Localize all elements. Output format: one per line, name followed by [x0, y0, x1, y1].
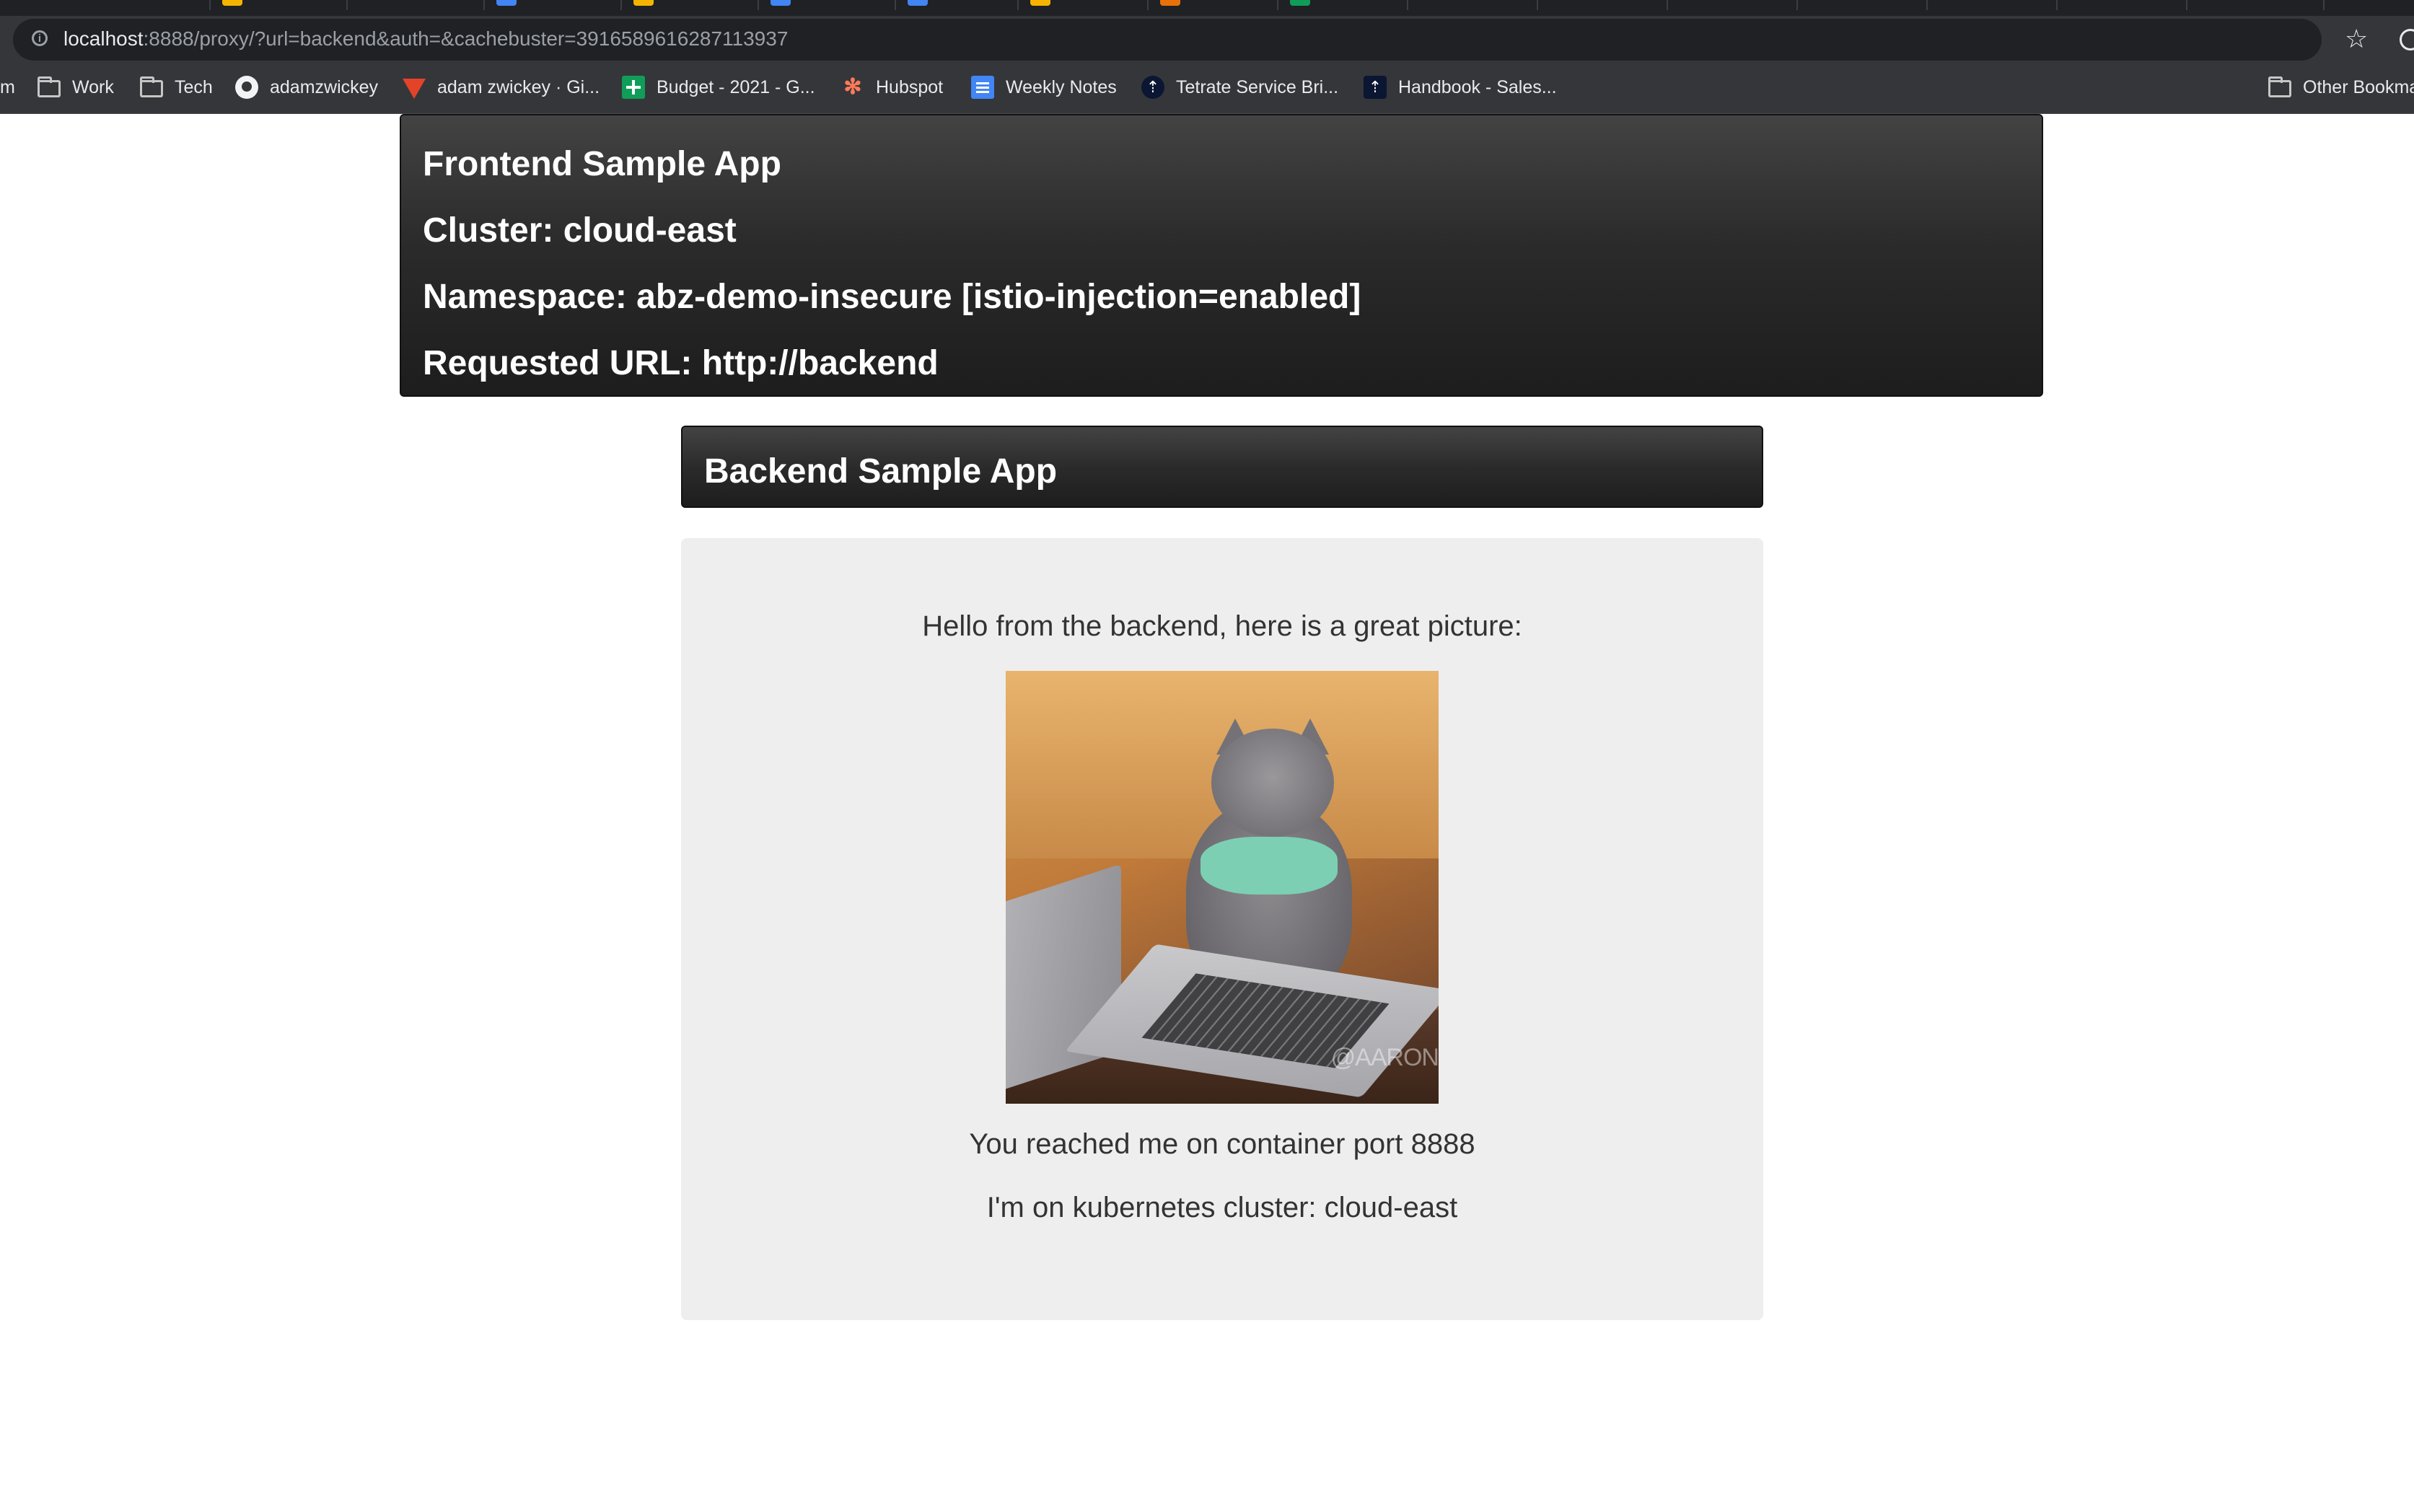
browser-tab[interactable]	[620, 0, 759, 10]
tab-favicon-icon	[1160, 0, 1180, 6]
bookmark-other-folder[interactable]: Other Bookma	[2268, 63, 2414, 111]
url-host: localhost	[63, 27, 144, 50]
handbook-icon: ⇡	[1364, 76, 1387, 99]
frontend-requested-url: Requested URL: http://backend	[423, 344, 939, 382]
browser-tab[interactable]	[1667, 0, 1798, 10]
cat-typing-picture: @AARON	[1006, 671, 1439, 1104]
bookmark-label: Hubspot	[876, 76, 944, 97]
tab-favicon-icon	[222, 0, 242, 6]
browser-tab[interactable]	[1277, 0, 1408, 10]
picture-watermark: @AARON	[1330, 1044, 1439, 1071]
url-path: :8888/proxy/?url=backend&auth=&cachebust…	[143, 27, 789, 50]
backend-cluster-message: I'm on kubernetes cluster: cloud-east	[986, 1192, 1458, 1223]
browser-tab[interactable]	[346, 0, 485, 10]
bookmark-label: Handbook - Sales...	[1398, 76, 1557, 97]
backend-header: Backend Sample App	[681, 426, 1763, 508]
bookmark-label: m	[0, 76, 15, 97]
bookmark-label: Work	[72, 76, 114, 97]
tab-favicon-icon	[908, 0, 928, 6]
tab-favicon-icon	[1290, 0, 1310, 6]
gitlab-icon	[403, 79, 426, 99]
site-info-icon[interactable]: i	[32, 30, 48, 46]
frontend-namespace: Namespace: abz-demo-insecure [istio-inje…	[423, 278, 1361, 316]
browser-toolbar: i localhost:8888/proxy/?url=backend&auth…	[0, 16, 2414, 63]
bookmark-label: Tetrate Service Bri...	[1176, 76, 1339, 97]
bookmark-item[interactable]: m	[0, 63, 15, 111]
backend-response-card: Hello from the backend, here is a great …	[681, 538, 1763, 1320]
bookmark-star-icon[interactable]: ☆	[2345, 25, 2368, 53]
github-icon	[235, 76, 258, 99]
backend-title: Backend Sample App	[704, 452, 1058, 491]
browser-tab[interactable]	[483, 0, 622, 10]
browser-tab[interactable]	[0, 0, 211, 10]
browser-tab[interactable]	[1017, 0, 1149, 10]
address-bar-url[interactable]: localhost:8888/proxy/?url=backend&auth=&…	[63, 27, 788, 51]
browser-tab[interactable]	[1147, 0, 1278, 10]
tab-favicon-icon	[633, 0, 654, 6]
extension-icon[interactable]	[2400, 29, 2414, 50]
address-bar[interactable]: i localhost:8888/proxy/?url=backend&auth…	[13, 19, 2322, 61]
frontend-info-panel: Frontend Sample App Cluster: cloud-east …	[400, 114, 2043, 397]
bookmark-budget[interactable]: Budget - 2021 - G...	[622, 63, 815, 111]
sheets-icon	[622, 76, 645, 99]
bookmark-github[interactable]: adamzwickey	[235, 63, 378, 111]
bookmark-weekly-notes[interactable]: Weekly Notes	[971, 63, 1117, 111]
browser-tab-strip	[0, 0, 2414, 16]
bookmark-label: Weekly Notes	[1006, 76, 1117, 97]
bookmark-folder-tech[interactable]: Tech	[140, 63, 213, 111]
browser-tab[interactable]	[2186, 0, 2325, 10]
bookmark-hubspot[interactable]: ✻ Hubspot	[841, 63, 943, 111]
browser-tab[interactable]	[758, 0, 896, 10]
folder-icon	[38, 76, 61, 97]
bookmarks-bar: m Work Tech adamzwickey adam zwickey · G…	[0, 63, 2414, 114]
tab-favicon-icon	[1030, 0, 1050, 6]
bookmark-label: Tech	[175, 76, 213, 97]
bookmark-label: adamzwickey	[270, 76, 379, 97]
browser-tab[interactable]	[1537, 0, 1668, 10]
frontend-cluster: Cluster: cloud-east	[423, 211, 737, 250]
browser-tab[interactable]	[1796, 0, 1928, 10]
tetrate-icon: ⇡	[1141, 76, 1164, 99]
browser-tab[interactable]	[895, 0, 1019, 10]
browser-tab[interactable]	[1926, 0, 2058, 10]
backend-port-message: You reached me on container port 8888	[969, 1128, 1475, 1160]
bookmark-label: adam zwickey · Gi...	[437, 76, 600, 97]
backend-greeting: Hello from the backend, here is a great …	[922, 610, 1522, 642]
bookmark-label: Other Bookma	[2303, 76, 2414, 97]
folder-icon	[2268, 76, 2291, 97]
bookmark-gitlab[interactable]: adam zwickey · Gi...	[403, 63, 600, 111]
bookmark-folder-work[interactable]: Work	[38, 63, 114, 111]
frontend-title: Frontend Sample App	[423, 145, 781, 183]
bookmark-label: Budget - 2021 - G...	[657, 76, 815, 97]
tab-favicon-icon	[771, 0, 791, 6]
folder-icon	[140, 76, 163, 97]
browser-tab[interactable]	[209, 0, 348, 10]
bookmark-handbook[interactable]: ⇡ Handbook - Sales...	[1364, 63, 1557, 111]
bookmark-tetrate[interactable]: ⇡ Tetrate Service Bri...	[1141, 63, 1338, 111]
browser-tab[interactable]	[1407, 0, 1538, 10]
tab-favicon-icon	[496, 0, 517, 6]
browser-tab[interactable]	[2056, 0, 2187, 10]
docs-icon	[971, 76, 994, 99]
hubspot-icon: ✻	[843, 75, 862, 99]
